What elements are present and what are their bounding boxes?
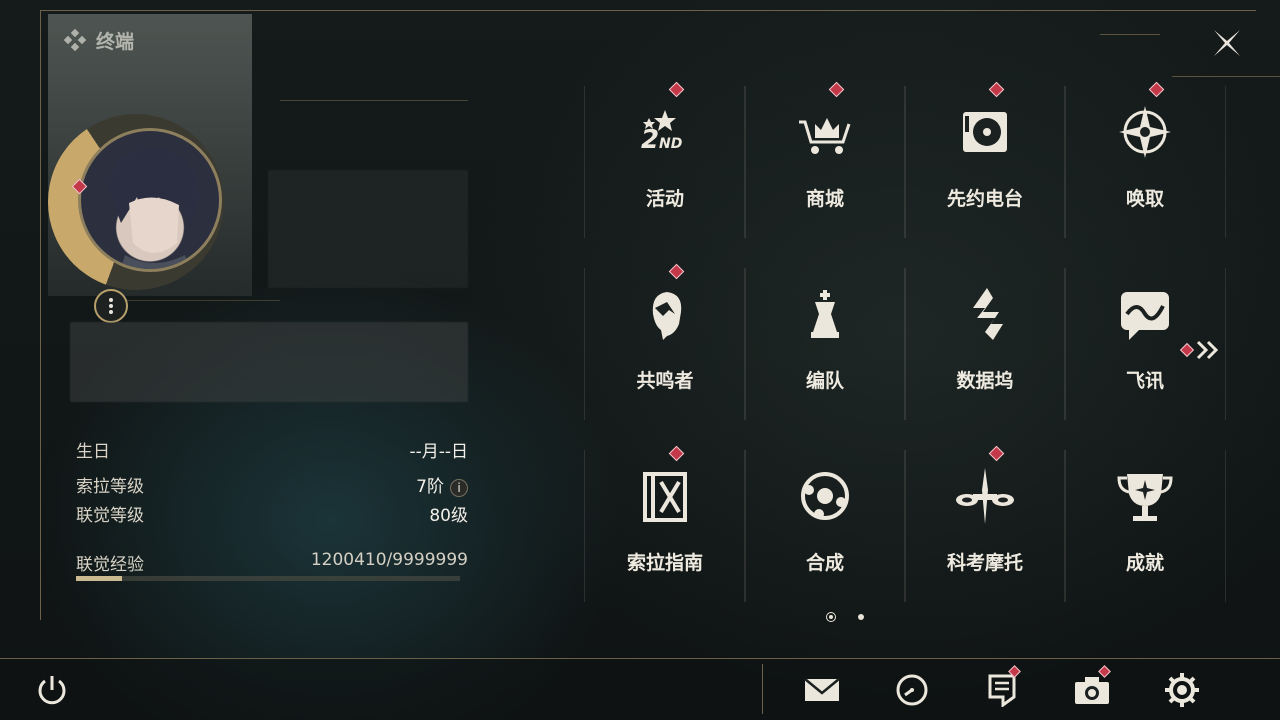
radio-label: 先约电台 [946,188,1023,210]
shop-badge [828,81,845,98]
union-exp-label: 联觉经验 [76,555,144,575]
profile-divider-top [280,100,468,101]
close-button[interactable] [1200,18,1254,68]
guide-badge [668,445,685,462]
sola-level-label: 索拉等级 [76,477,144,497]
compass-star-icon [1113,100,1177,164]
radio-turntable-icon [953,100,1017,164]
page-dot-2[interactable] [858,614,864,620]
guide-book-icon [633,464,697,528]
page-indicator [826,612,864,622]
synthesis-orb-icon [793,464,857,528]
profile-more-button[interactable] [94,289,128,323]
motorbike-icon [953,464,1017,528]
mail-icon [804,678,840,701]
chess-team-icon [793,282,857,346]
menu-tile-achievements[interactable]: 成就 [1064,450,1226,602]
achievements-label: 成就 [1125,552,1164,574]
resonators-badge [668,263,685,280]
birthday-value: --月--日 [409,442,468,462]
next-page-badge [1179,342,1195,358]
union-exp-bar [76,576,460,581]
union-exp-fill [76,576,123,581]
event-2nd-anniversary-icon: 2 ND [633,100,697,164]
avatar[interactable] [78,128,222,272]
frame-right-accent [1100,34,1160,35]
motorbike-badge [988,445,1005,462]
team-label: 编队 [805,370,844,392]
avatar-portrait-icon [109,149,199,269]
player-signature-redacted [70,322,468,402]
notice-icon [988,674,1016,707]
union-exp-row: 联觉经验 1200410/9999999 [76,550,468,575]
camera-button[interactable] [1070,665,1114,712]
frame-right-line [1172,76,1280,77]
event-label: 活动 [645,188,684,210]
mail-button[interactable] [800,668,844,712]
birthday-label: 生日 [76,442,110,462]
next-page-button[interactable] [1179,338,1226,362]
radio-badge [988,81,1005,98]
trophy-icon [1113,464,1177,528]
chat-label: 飞讯 [1125,370,1164,392]
datadock-label: 数据坞 [956,370,1014,392]
shop-label: 商城 [805,188,844,210]
close-icon [1214,30,1240,56]
data-dock-icon [953,282,1017,346]
info-icon[interactable]: i [450,479,468,497]
notice-button[interactable] [980,665,1024,712]
svg-text:ND: ND [659,136,682,152]
menu-tile-radio[interactable]: 先约电台 [904,81,1066,238]
settings-gear-icon [1165,673,1199,707]
summon-badge [1148,81,1165,98]
union-exp-value: 1200410/9999999 [310,550,468,570]
menu-tile-shop[interactable]: 商城 [744,81,906,238]
resonator-portrait-icon [633,282,697,346]
union-level-label: 联觉等级 [76,506,144,526]
power-icon [38,676,66,705]
sola-level-row: 索拉等级 7阶 i [76,472,468,497]
guide-label: 索拉指南 [626,552,703,574]
avatar-frame [46,106,246,323]
summon-label: 唤取 [1125,188,1164,210]
union-level-value: 80级 [429,506,468,526]
menu-tile-guide[interactable]: 索拉指南 [584,445,746,602]
event-badge [668,81,685,98]
settings-button[interactable] [1160,668,1204,712]
page-dot-1[interactable] [826,612,836,622]
clock-button[interactable] [890,668,934,712]
more-vertical-icon [109,298,113,314]
frame-top-line [40,10,1256,11]
bottom-bar-divider [762,664,763,714]
menu-tile-resonators[interactable]: 共鸣者 [584,263,746,420]
menu-tile-synthesis[interactable]: 合成 [744,450,906,602]
menu-tile-motorbike[interactable]: 科考摩托 [904,445,1066,602]
union-level-row: 联觉等级 80级 [76,501,468,526]
svg-text:2: 2 [641,125,659,155]
motorbike-label: 科考摩托 [946,552,1023,574]
menu-tile-event[interactable]: 2 ND 活动 [584,81,746,238]
menu-tile-summon[interactable]: 唤取 [1064,81,1226,238]
synthesis-label: 合成 [805,552,844,574]
power-button[interactable] [30,668,74,712]
frame-left-line [40,10,41,620]
resonators-label: 共鸣者 [636,370,694,392]
menu-tile-datadock[interactable]: 数据坞 [904,268,1066,420]
birthday-row: 生日 --月--日 [76,437,468,462]
chat-message-icon [1113,282,1177,346]
camera-icon [1075,677,1109,704]
clock-icon [896,674,928,706]
menu-tile-team[interactable]: 编队 [744,268,906,420]
sola-level-value: 7阶 [416,477,444,497]
shop-cart-crown-icon [793,100,857,164]
sola-level-value-wrap: 7阶 i [416,472,468,497]
player-name-redacted [268,170,468,288]
double-chevron-right-icon [1196,340,1219,360]
